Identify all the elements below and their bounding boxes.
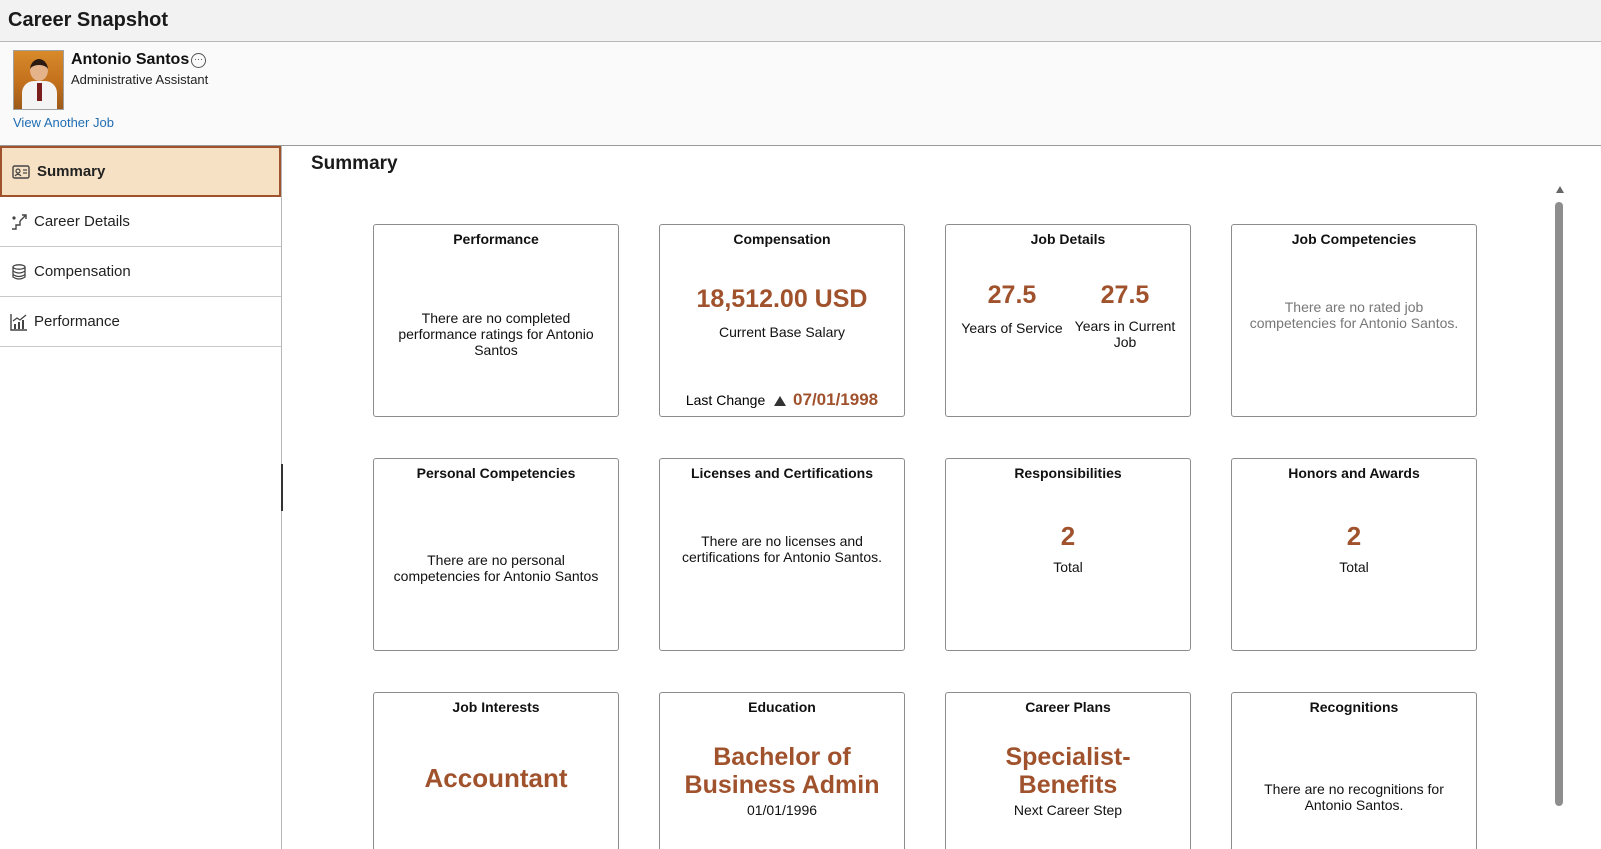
ellipsis-circle-icon[interactable]: ··· [191, 53, 206, 68]
tile-title: Licenses and Certifications [690, 465, 874, 481]
tile-message: There are no personal competencies for A… [393, 552, 599, 584]
tile-title: Job Details [1030, 231, 1106, 247]
tile-title: Job Interests [452, 699, 540, 715]
tile-title: Career Plans [1025, 699, 1111, 715]
tile-title: Performance [453, 231, 539, 247]
salary-amount: 18,512.00 USD [696, 285, 868, 313]
job-interest-value: Accountant [424, 763, 568, 793]
app-title: Career Snapshot [8, 9, 169, 31]
years-in-job-value: 27.5 [1100, 281, 1150, 309]
tile-title: Recognitions [1309, 699, 1399, 715]
sidebar-item-label: Compensation [34, 263, 131, 280]
years-of-service-label: Years of Service [961, 320, 1063, 336]
tile-message: There are no recognitions for Antonio Sa… [1264, 781, 1444, 813]
salary-label: Current Base Salary [718, 324, 846, 340]
tile-title: Responsibilities [1014, 465, 1122, 481]
tile-performance[interactable]: Performance There are no completed perfo… [373, 224, 619, 417]
last-change-row: Last Change 07/01/1998 [660, 390, 904, 410]
responsibilities-count: 2 [1060, 521, 1076, 551]
last-change-label: Last Change [685, 392, 766, 408]
sidebar-item-summary[interactable]: Summary [0, 146, 281, 197]
coin-stack-icon [12, 264, 26, 280]
tile-recognitions[interactable]: Recognitions There are no recognitions f… [1231, 692, 1477, 849]
tile-title: Job Competencies [1291, 231, 1417, 247]
tile-title: Compensation [733, 231, 831, 247]
tile-message: There are no licenses and certifications… [682, 533, 882, 565]
tile-job-details[interactable]: Job Details 27.5 Years of Service 27.5 Y… [945, 224, 1191, 417]
tile-education[interactable]: Education Bachelor of Business Admin 01/… [659, 692, 905, 849]
tile-career-plans[interactable]: Career Plans Specialist-Benefits Next Ca… [945, 692, 1191, 849]
honors-count-label: Total [1339, 559, 1369, 575]
tile-job-competencies[interactable]: Job Competencies There are no rated job … [1231, 224, 1477, 417]
sidebar-item-performance[interactable]: Performance [0, 297, 281, 347]
responsibilities-count-label: Total [1053, 559, 1083, 575]
profile-card-icon [12, 165, 30, 179]
view-another-job-link[interactable]: View Another Job [13, 115, 114, 130]
tile-message: There are no completed performance ratin… [398, 310, 594, 358]
tile-message: There are no rated job competencies for … [1249, 299, 1459, 331]
tile-job-interests[interactable]: Job Interests Accountant [373, 692, 619, 849]
profile-header: Antonio Santos ··· Administrative Assist… [0, 42, 1601, 146]
tile-responsibilities[interactable]: Responsibilities 2 Total [945, 458, 1191, 651]
last-change-date: 07/01/1998 [793, 390, 879, 409]
years-of-service-value: 27.5 [987, 281, 1037, 309]
tile-personal-competencies[interactable]: Personal Competencies There are no perso… [373, 458, 619, 651]
tile-title: Personal Competencies [416, 465, 576, 481]
tile-title: Honors and Awards [1288, 465, 1420, 481]
main-content: Summary Performance There are no complet… [283, 146, 1601, 849]
avatar-tie [37, 83, 42, 101]
tile-compensation[interactable]: Compensation 18,512.00 USD Current Base … [659, 224, 905, 417]
sidebar: Summary Career Details Compensation Perf… [0, 146, 282, 849]
tile-licenses-certifications[interactable]: Licenses and Certifications There are no… [659, 458, 905, 651]
scrollbar-thumb[interactable] [1555, 202, 1563, 806]
title-bar: Career Snapshot [0, 0, 1601, 42]
sidebar-item-compensation[interactable]: Compensation [0, 247, 281, 297]
vertical-scrollbar[interactable] [1554, 186, 1564, 808]
employee-name: Antonio Santos [71, 51, 190, 68]
career-plan-label: Next Career Step [1013, 802, 1123, 818]
career-steps-icon [12, 214, 27, 230]
triangle-up-icon [774, 396, 787, 406]
avatar [13, 50, 64, 110]
sidebar-item-label: Summary [37, 163, 106, 180]
sidebar-item-career-details[interactable]: Career Details [0, 197, 281, 247]
page-title: Summary [311, 153, 398, 174]
years-in-job-label: Years in Current Job [1074, 318, 1176, 350]
performance-chart-icon [10, 314, 27, 331]
sidebar-item-label: Career Details [34, 213, 130, 230]
career-plan-value: Specialist-Benefits [1005, 743, 1131, 799]
scroll-up-arrow-icon[interactable] [1556, 186, 1564, 193]
honors-count: 2 [1346, 521, 1362, 551]
avatar-head [30, 59, 48, 81]
education-date: 01/01/1996 [746, 802, 818, 818]
sidebar-item-label: Performance [34, 313, 120, 330]
employee-job-title: Administrative Assistant [71, 72, 209, 87]
tile-title: Education [748, 699, 816, 715]
education-degree: Bachelor of Business Admin [684, 743, 880, 799]
tile-honors-awards[interactable]: Honors and Awards 2 Total [1231, 458, 1477, 651]
